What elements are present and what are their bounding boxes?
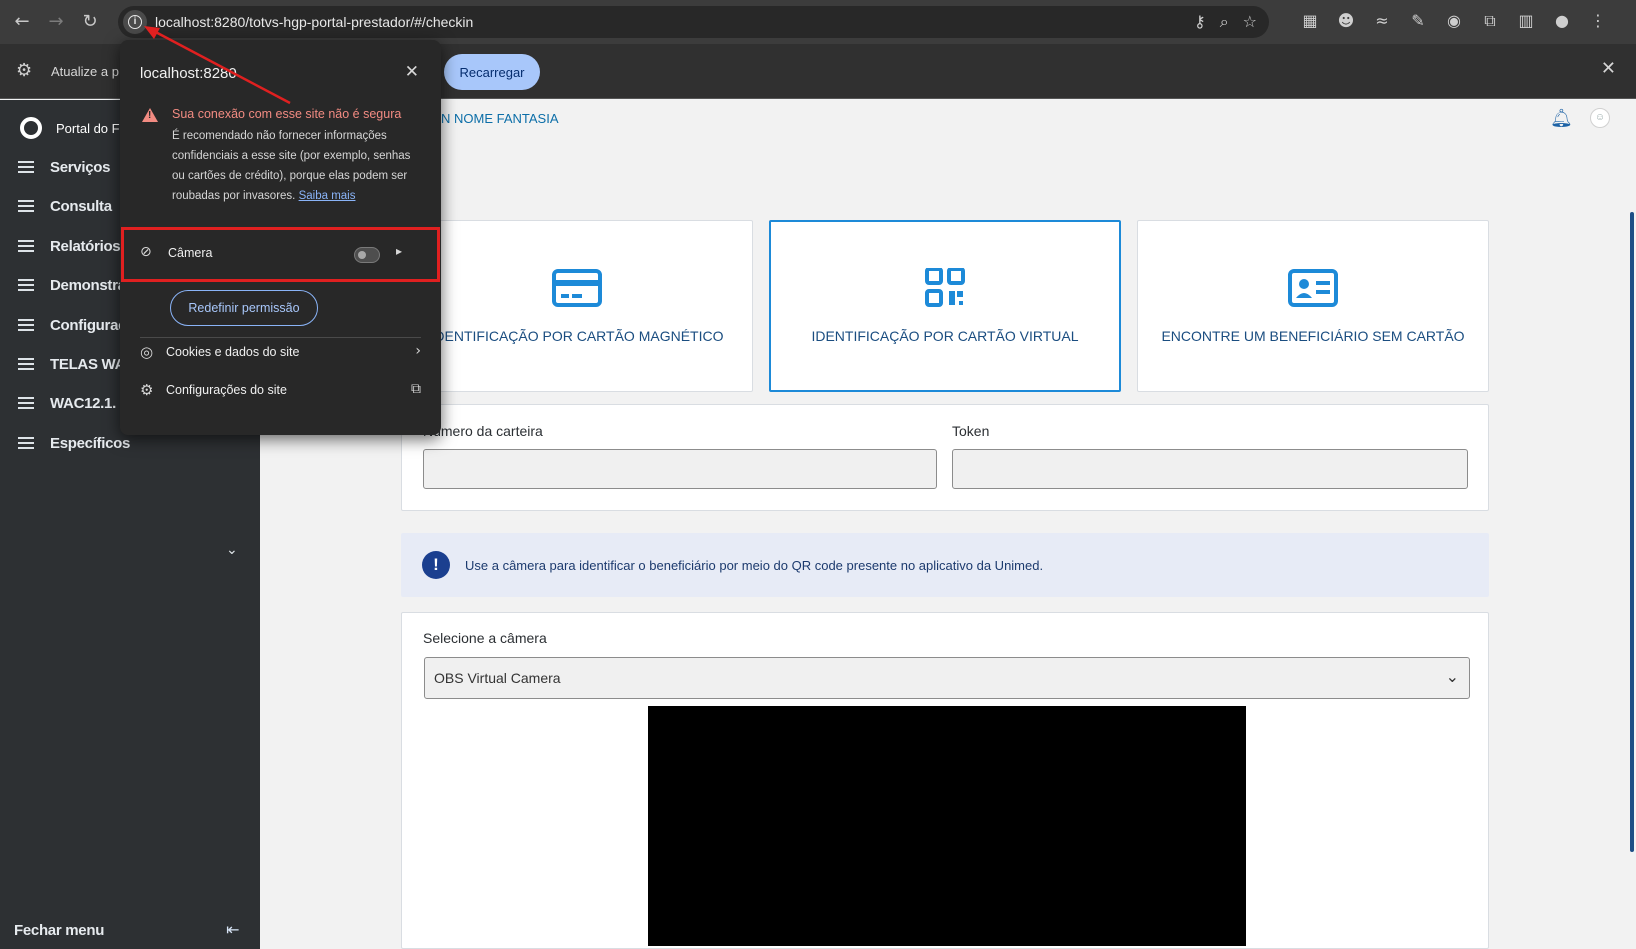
option-label: IDENTIFICAÇÃO POR CARTÃO VIRTUAL: [811, 328, 1079, 344]
menu-icon: [18, 197, 34, 215]
sidebar-item-demonstrativos[interactable]: Demonstra: [18, 276, 126, 294]
site-settings-row[interactable]: ⚙ Configurações do site ⧉: [140, 375, 421, 405]
close-icon[interactable]: ✕: [1601, 58, 1616, 79]
option-no-card[interactable]: ENCONTRE UM BENEFICIÁRIO SEM CARTÃO: [1137, 220, 1489, 392]
zoom-icon[interactable]: ⌕: [1220, 13, 1229, 31]
extensions-puzzle-icon[interactable]: ⧉: [1480, 11, 1500, 31]
camera-select[interactable]: OBS Virtual Camera ⌄: [424, 657, 1470, 699]
menu-icon: [18, 355, 34, 373]
sidebar-item-wac[interactable]: WAC12.1.: [18, 394, 116, 412]
browser-toolbar: ← → ↻ i localhost:8280/totvs-hgp-portal-…: [0, 0, 1636, 44]
chevron-down-icon: ⌄: [1445, 667, 1459, 686]
sidebar-item-consulta[interactable]: Consulta: [18, 197, 112, 215]
camera-toggle[interactable]: [354, 247, 380, 263]
card-number-input[interactable]: [423, 449, 937, 489]
external-link-icon: ⧉: [411, 381, 421, 397]
eyedropper-icon[interactable]: ✎: [1408, 11, 1428, 31]
warning-body: É recomendado não fornecer informações c…: [172, 130, 411, 202]
reset-permission-button[interactable]: Redefinir permissão: [170, 290, 318, 326]
menu-icon: [18, 316, 34, 334]
url-text[interactable]: localhost:8280/totvs-hgp-portal-prestado…: [155, 14, 473, 30]
address-bar[interactable]: i localhost:8280/totvs-hgp-portal-presta…: [118, 6, 1269, 38]
popup-host: localhost:8280: [140, 65, 237, 82]
chevron-right-icon: ›: [415, 343, 421, 359]
menu-icon: [18, 158, 34, 176]
token-label: Token: [952, 423, 990, 439]
brand-title: Portal do F: [56, 120, 120, 136]
menu-icon: [18, 276, 34, 294]
settings-gear-icon: ⚙: [140, 381, 154, 399]
reload-icon[interactable]: ↻: [78, 10, 102, 34]
bookmark-star-icon[interactable]: ☆: [1243, 13, 1257, 31]
qr-code-icon: [925, 268, 965, 307]
camera-select-label: Selecione a câmera: [423, 630, 547, 646]
sidebar-item-telas-wa[interactable]: TELAS WA: [18, 355, 125, 373]
sidebar-item-relatorios[interactable]: Relatórios: [18, 237, 121, 255]
portal-logo-icon: [20, 117, 42, 139]
forward-icon[interactable]: →: [44, 10, 68, 34]
caret-right-icon[interactable]: ▸: [396, 244, 402, 258]
alert-text: Use a câmera para identificar o benefici…: [465, 558, 1044, 573]
camera-extension-icon[interactable]: ◉: [1444, 11, 1464, 31]
learn-more-link[interactable]: Saiba mais: [299, 190, 356, 202]
option-magnetic-card[interactable]: IDENTIFICAÇÃO POR CARTÃO MAGNÉTICO: [401, 220, 753, 392]
info-alert: ! Use a câmera para identificar o benefi…: [401, 533, 1489, 597]
sidebar-item-especificos[interactable]: Específicos: [18, 434, 130, 452]
kebab-menu-icon[interactable]: ⋮: [1588, 11, 1608, 31]
option-label: ENCONTRE UM BENEFICIÁRIO SEM CARTÃO: [1161, 328, 1465, 344]
extension-face-icon[interactable]: ☻: [1336, 11, 1356, 31]
option-virtual-card[interactable]: IDENTIFICAÇÃO POR CARTÃO VIRTUAL: [769, 220, 1121, 392]
cookies-label: Cookies e dados do site: [166, 345, 300, 359]
close-icon[interactable]: ✕: [405, 62, 419, 82]
reload-button[interactable]: Recarregar: [444, 54, 540, 90]
extension-wave-icon[interactable]: ≈: [1372, 11, 1392, 31]
credit-card-icon: [552, 269, 602, 307]
camera-panel: Selecione a câmera OBS Virtual Camera ⌄: [401, 612, 1489, 949]
cookies-row[interactable]: ◎ Cookies e dados do site ›: [140, 337, 421, 367]
qr-extension-icon[interactable]: ▦: [1300, 11, 1320, 31]
company-name: N NOME FANTASIA: [441, 111, 559, 126]
user-avatar[interactable]: ☺: [1590, 108, 1610, 128]
option-label: IDENTIFICAÇÃO POR CARTÃO MAGNÉTICO: [430, 328, 724, 344]
sidebar-item-servicos[interactable]: Serviços: [18, 158, 110, 176]
info-icon: i: [128, 15, 142, 29]
camera-off-icon: ⊘: [140, 244, 152, 260]
site-info-button[interactable]: i: [123, 10, 147, 34]
camera-preview: [648, 706, 1246, 946]
back-icon[interactable]: ←: [10, 10, 34, 34]
gear-icon: ⚙: [16, 60, 33, 81]
bell-icon[interactable]: 🔔︎: [1550, 108, 1573, 129]
camera-permission-row[interactable]: ⊘ Câmera ▸: [121, 227, 440, 282]
camera-permission-label: Câmera: [168, 246, 213, 260]
side-panel-icon[interactable]: ▥: [1516, 11, 1536, 31]
site-info-popup: localhost:8280 ✕ Sua conexão com esse si…: [120, 40, 441, 435]
cookie-icon: ◎: [140, 343, 154, 361]
id-card-icon: [1288, 269, 1338, 307]
key-icon[interactable]: ⚷: [1194, 13, 1206, 31]
menu-icon: [18, 434, 34, 452]
scrollbar-thumb[interactable]: [1630, 212, 1634, 852]
collapse-menu-icon[interactable]: ⇤: [226, 920, 239, 939]
menu-icon: [18, 394, 34, 412]
profile-avatar-icon[interactable]: ●: [1552, 11, 1572, 31]
main-content: N NOME FANTASIA 🔔︎ ☺ IDENTIFICAÇÃO POR C…: [260, 100, 1636, 949]
warning-title: Sua conexão com esse site não é segura: [172, 107, 402, 121]
card-form-panel: Número da carteira Token: [401, 404, 1489, 511]
sidebar-item-configuracoes[interactable]: Configuraç: [18, 316, 126, 334]
brand[interactable]: Portal do F: [20, 117, 120, 139]
warning-icon: [142, 108, 158, 122]
chevron-down-icon[interactable]: ⌄: [226, 542, 238, 558]
token-input[interactable]: [952, 449, 1468, 489]
camera-select-value: OBS Virtual Camera: [434, 670, 561, 686]
exclamation-icon: !: [422, 551, 450, 579]
close-menu-button[interactable]: Fechar menu: [14, 922, 104, 939]
menu-icon: [18, 237, 34, 255]
infobar-message: Atualize a p: [51, 64, 119, 79]
site-settings-label: Configurações do site: [166, 383, 287, 397]
